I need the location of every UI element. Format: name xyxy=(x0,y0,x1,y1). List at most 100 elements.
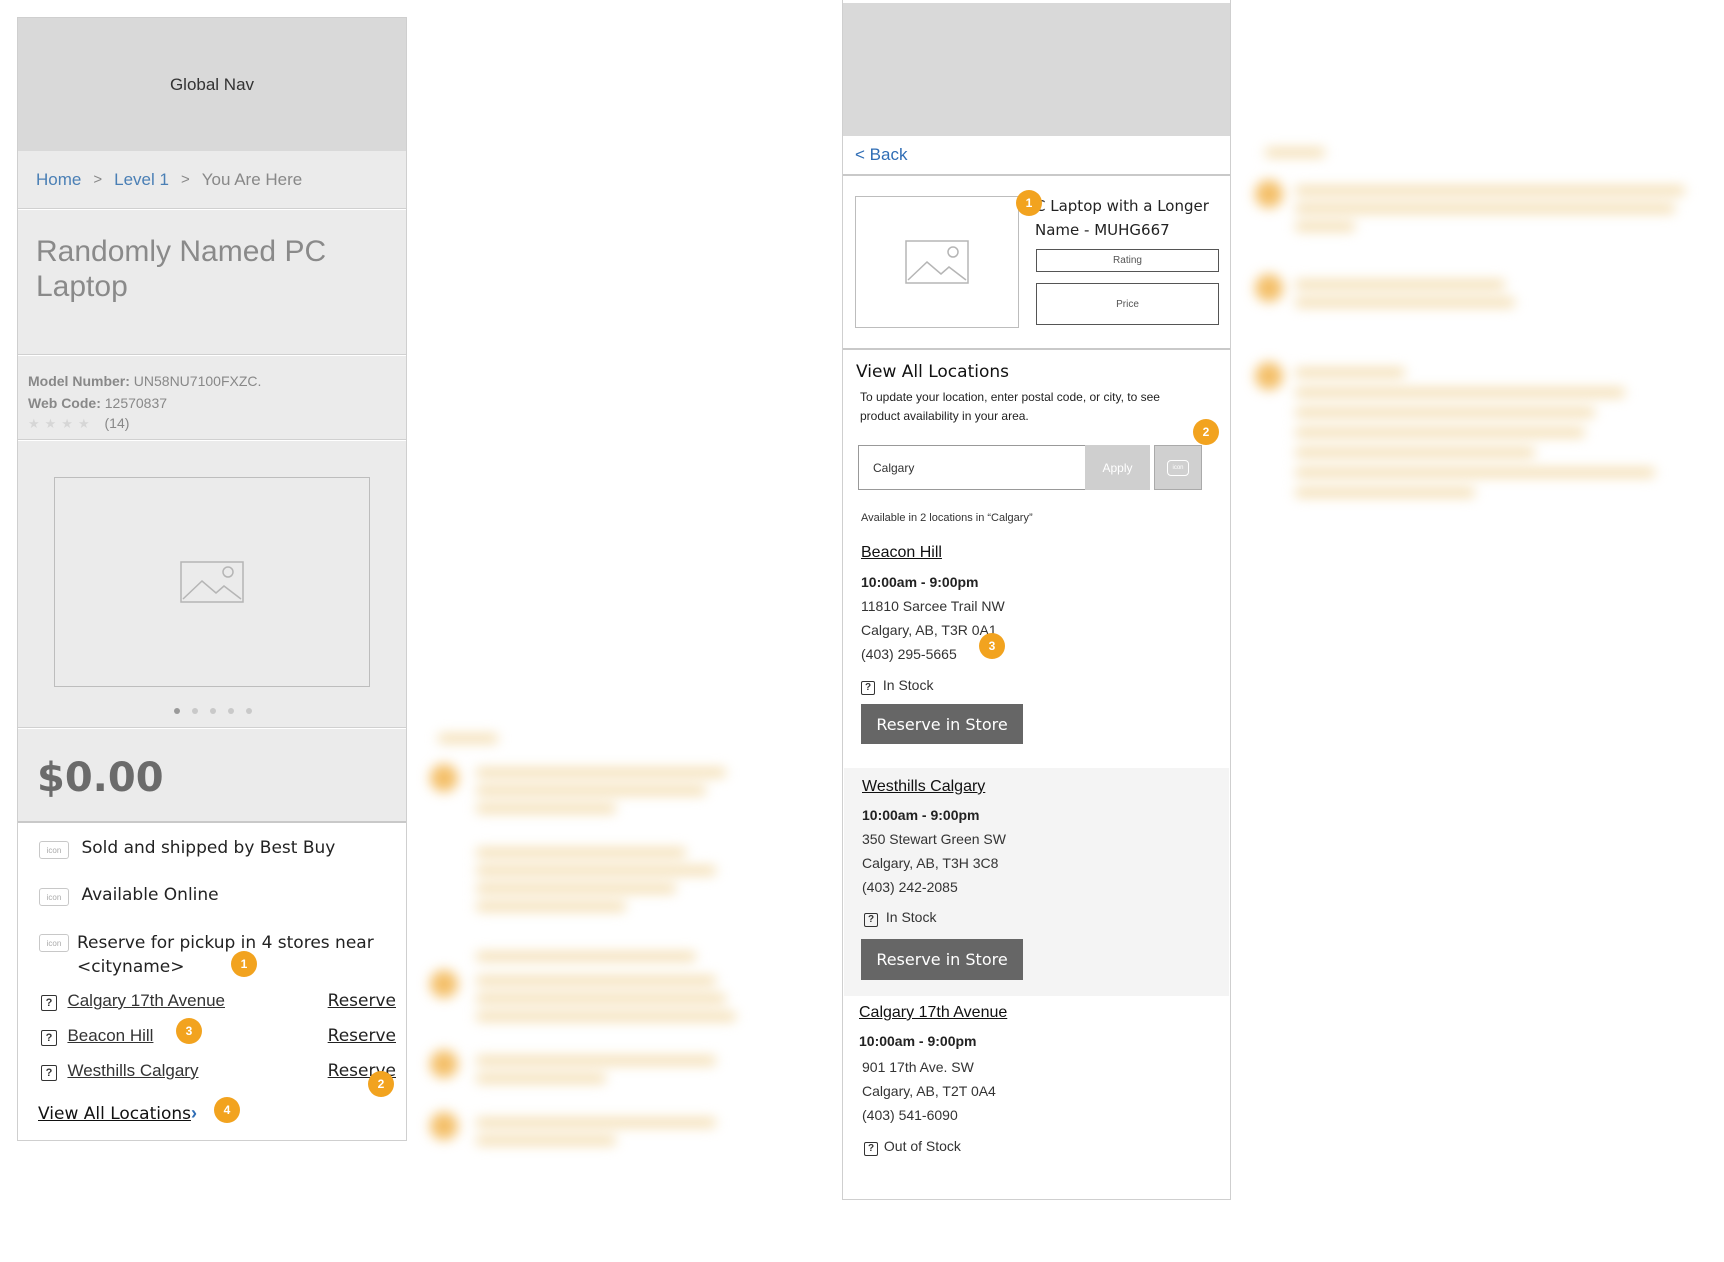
location-icon: icon xyxy=(1167,459,1189,476)
stock-status: ? Out of Stock xyxy=(864,1138,961,1156)
stock-label: Out of Stock xyxy=(883,1138,961,1154)
breadcrumb-level1[interactable]: Level 1 xyxy=(114,170,169,190)
breadcrumb-current: You Are Here xyxy=(201,169,303,189)
feature-icon: icon xyxy=(39,841,69,859)
breadcrumb-separator-icon: > xyxy=(180,171,190,188)
stock-status: ? In Stock xyxy=(861,677,933,695)
reserve-in-store-button[interactable]: Reserve in Store xyxy=(861,939,1023,980)
store-hours: 10:00am - 9:00pm xyxy=(859,1033,977,1049)
availability-summary: Available in 2 locations in “Calgary” xyxy=(861,512,1033,524)
annotation-marker: 2 xyxy=(368,1071,394,1097)
store-phone: (403) 242-2085 xyxy=(862,879,958,895)
store-row: ? Calgary 17th Avenue Reserve xyxy=(41,991,396,1011)
breadcrumb: Home > Level 1 > You Are Here xyxy=(18,151,406,209)
stock-label: In Stock xyxy=(882,677,934,693)
store-card: Beacon Hill 10:00am - 9:00pm 11810 Sarce… xyxy=(843,536,1230,768)
annotation-marker: 3 xyxy=(176,1018,202,1044)
store-row: ? Westhills Calgary Reserve xyxy=(41,1061,396,1081)
product-page-wireframe: Global Nav Home > Level 1 > You Are Here… xyxy=(17,17,407,1141)
image-placeholder-icon xyxy=(905,240,969,284)
feature-text: Sold and shipped by Best Buy xyxy=(81,838,336,858)
feature-row: icon Available Online xyxy=(39,885,399,906)
product-name: C Laptop with a Longer Name - MUHG667 xyxy=(1035,197,1209,239)
reserve-link[interactable]: Reserve xyxy=(328,991,396,1011)
product-thumbnail xyxy=(855,196,1019,328)
store-locations-wireframe: < Back C Laptop with a Longer Name - MUH… xyxy=(842,0,1231,1200)
divider xyxy=(843,348,1230,350)
carousel-dots[interactable] xyxy=(168,701,258,719)
model-number-value: UN58NU7100FXZC. xyxy=(133,373,262,389)
store-row: ? Beacon Hill Reserve xyxy=(41,1026,396,1046)
blurred-notes xyxy=(1255,138,1695,518)
carousel-dot[interactable] xyxy=(246,708,252,714)
chevron-right-icon: › xyxy=(190,1103,197,1123)
annotation-marker: 4 xyxy=(214,1097,240,1123)
store-name-link[interactable]: Calgary 17th Avenue xyxy=(859,1004,1007,1022)
carousel-dot[interactable] xyxy=(192,708,198,714)
feature-icon: icon xyxy=(39,888,69,906)
question-icon: ? xyxy=(864,913,878,927)
web-code-value: 12570837 xyxy=(104,395,168,411)
model-number-label: Model Number: xyxy=(28,373,130,389)
apply-button[interactable]: Apply xyxy=(1085,445,1150,490)
rating-stars-icon[interactable]: ★★★★ xyxy=(28,416,95,431)
feature-text: Reserve for pickup in 4 stores near <cit… xyxy=(77,933,374,977)
question-icon: ? xyxy=(864,1142,878,1156)
web-code-label: Web Code: xyxy=(28,395,101,411)
store-city: Calgary, AB, T3R 0A1 xyxy=(861,622,997,638)
annotation-marker: 3 xyxy=(979,633,1005,659)
carousel-dot[interactable] xyxy=(174,708,180,714)
store-card: Westhills Calgary 10:00am - 9:00pm 350 S… xyxy=(844,768,1229,996)
stock-status: ? In Stock xyxy=(864,909,936,927)
reserve-link[interactable]: Reserve xyxy=(328,1026,396,1046)
question-icon: ? xyxy=(861,681,875,695)
product-image[interactable] xyxy=(54,477,370,687)
back-link[interactable]: < Back xyxy=(855,145,907,164)
breadcrumb-separator-icon: > xyxy=(93,171,103,188)
annotation-marker: 2 xyxy=(1193,419,1219,445)
global-nav[interactable]: Global Nav xyxy=(18,18,406,151)
stock-label: In Stock xyxy=(885,909,937,925)
price-section: $0.00 xyxy=(18,729,406,823)
question-icon: ? xyxy=(41,1065,57,1081)
store-link[interactable]: Beacon Hill xyxy=(67,1026,153,1045)
header-placeholder xyxy=(843,3,1230,136)
store-link[interactable]: Westhills Calgary xyxy=(67,1061,198,1080)
breadcrumb-home[interactable]: Home xyxy=(36,170,81,190)
price-box: Price xyxy=(1036,283,1219,325)
product-meta: Model Number: UN58NU7100FXZC. Web Code: … xyxy=(18,356,406,440)
back-row: < Back xyxy=(843,136,1230,176)
view-all-heading: View All Locations xyxy=(856,362,1009,382)
view-all-label[interactable]: View All Locations xyxy=(38,1104,191,1124)
feature-row: icon Reserve for pickup in 4 stores near… xyxy=(39,931,399,979)
store-hours: 10:00am - 9:00pm xyxy=(861,574,979,590)
review-count[interactable]: (14) xyxy=(105,415,130,431)
product-title: Randomly Named PC Laptop xyxy=(36,235,327,303)
store-street: 11810 Sarcee Trail NW xyxy=(861,598,1005,614)
feature-text: Available Online xyxy=(81,885,219,905)
store-street: 350 Stewart Green SW xyxy=(862,831,1006,847)
store-hours: 10:00am - 9:00pm xyxy=(862,807,980,823)
store-phone: (403) 541-6090 xyxy=(862,1107,958,1123)
question-icon: ? xyxy=(41,995,57,1011)
store-city: Calgary, AB, T2T 0A4 xyxy=(862,1083,996,1099)
store-card: Calgary 17th Avenue 10:00am - 9:00pm 901… xyxy=(843,996,1230,1196)
store-city: Calgary, AB, T3H 3C8 xyxy=(862,855,999,871)
store-link[interactable]: Calgary 17th Avenue xyxy=(67,991,225,1010)
view-all-locations-link[interactable]: View All Locations› xyxy=(38,1103,197,1124)
locate-button[interactable]: icon xyxy=(1154,445,1202,490)
carousel-dot[interactable] xyxy=(210,708,216,714)
feature-icon: icon xyxy=(39,934,69,952)
reserve-in-store-button[interactable]: Reserve in Store xyxy=(861,704,1023,744)
question-icon: ? xyxy=(41,1030,57,1046)
product-image-gallery xyxy=(18,441,406,728)
store-street: 901 17th Ave. SW xyxy=(862,1059,974,1075)
store-name-link[interactable]: Beacon Hill xyxy=(861,544,942,562)
feature-row: icon Sold and shipped by Best Buy xyxy=(39,838,399,859)
image-placeholder-icon xyxy=(180,561,244,603)
annotation-marker: 1 xyxy=(231,951,257,977)
carousel-dot[interactable] xyxy=(228,708,234,714)
location-search-input[interactable]: Calgary xyxy=(858,445,1086,490)
store-name-link[interactable]: Westhills Calgary xyxy=(862,778,985,796)
location-instruction: To update your location, enter postal co… xyxy=(860,390,1160,423)
